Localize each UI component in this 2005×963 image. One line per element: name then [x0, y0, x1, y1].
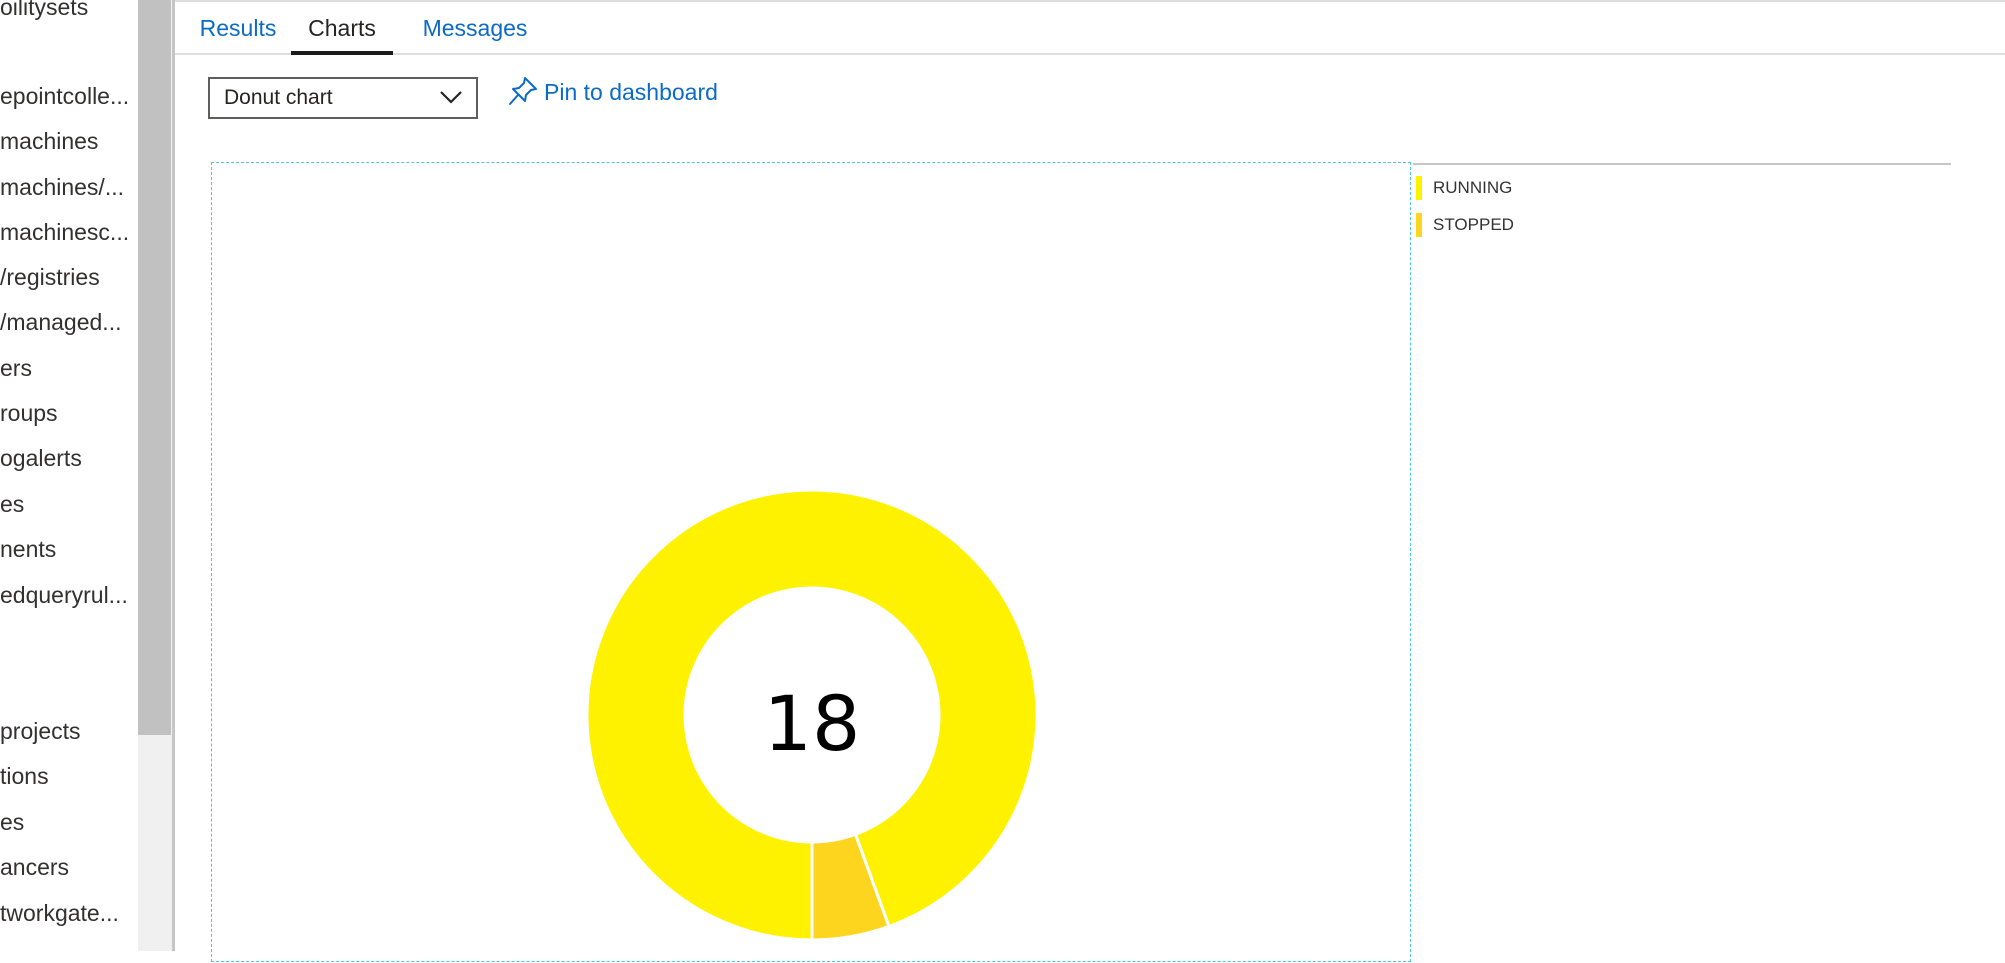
sidebar-item[interactable]: epointcolle...: [0, 81, 138, 111]
sidebar-item[interactable]: roups: [0, 398, 138, 428]
sidebar-item[interactable]: tions: [0, 761, 138, 791]
sidebar-item[interactable]: ogalerts: [0, 443, 138, 473]
sidebar-item[interactable]: es: [0, 807, 138, 837]
sidebar-item[interactable]: ...: [0, 943, 138, 951]
sidebar-item[interactable]: nents: [0, 534, 138, 564]
chart-type-value: Donut chart: [224, 86, 333, 109]
sidebar-item[interactable]: ers: [0, 353, 138, 383]
sidebar-item[interactable]: ancers: [0, 852, 138, 882]
pin-to-dashboard-label: Pin to dashboard: [544, 79, 718, 105]
result-tabs: Results Charts Messages: [175, 0, 2005, 55]
chart-type-dropdown[interactable]: Donut chart: [208, 77, 478, 119]
pin-icon: [509, 77, 537, 105]
legend-label: STOPPED: [1433, 215, 1514, 234]
sidebar-item[interactable]: /managed...: [0, 307, 138, 337]
tab-charts[interactable]: Charts: [291, 2, 393, 55]
sidebar-item[interactable]: oilitysets: [0, 0, 138, 22]
legend-label: RUNNING: [1433, 178, 1513, 197]
donut-chart-svg: [585, 488, 1039, 942]
chart-legend: RUNNING STOPPED: [1413, 163, 1951, 565]
sidebar-item[interactable]: machines: [0, 126, 138, 156]
pane-divider[interactable]: [172, 0, 175, 951]
donut-chart: 18: [211, 162, 1411, 962]
sidebar-item[interactable]: /registries: [0, 262, 138, 292]
legend-swatch: [1416, 176, 1422, 200]
sidebar-item[interactable]: edqueryrul...: [0, 580, 138, 610]
sidebar-item[interactable]: machinesc...: [0, 217, 138, 247]
sidebar-scrollbar-thumb[interactable]: [138, 0, 171, 735]
sidebar-item[interactable]: es: [0, 489, 138, 519]
sidebar-item[interactable]: tworkgate...: [0, 898, 138, 928]
resource-type-list: oilitysets epointcolle... machines machines…: [0, 0, 138, 951]
sidebar-item[interactable]: projects: [0, 716, 138, 746]
tab-messages[interactable]: Messages: [415, 2, 535, 55]
tab-results[interactable]: Results: [192, 2, 284, 55]
chevron-down-icon: [440, 91, 462, 104]
legend-swatch: [1416, 213, 1422, 237]
donut-center-total: 18: [763, 679, 861, 768]
sidebar-item[interactable]: machines/...: [0, 172, 138, 202]
